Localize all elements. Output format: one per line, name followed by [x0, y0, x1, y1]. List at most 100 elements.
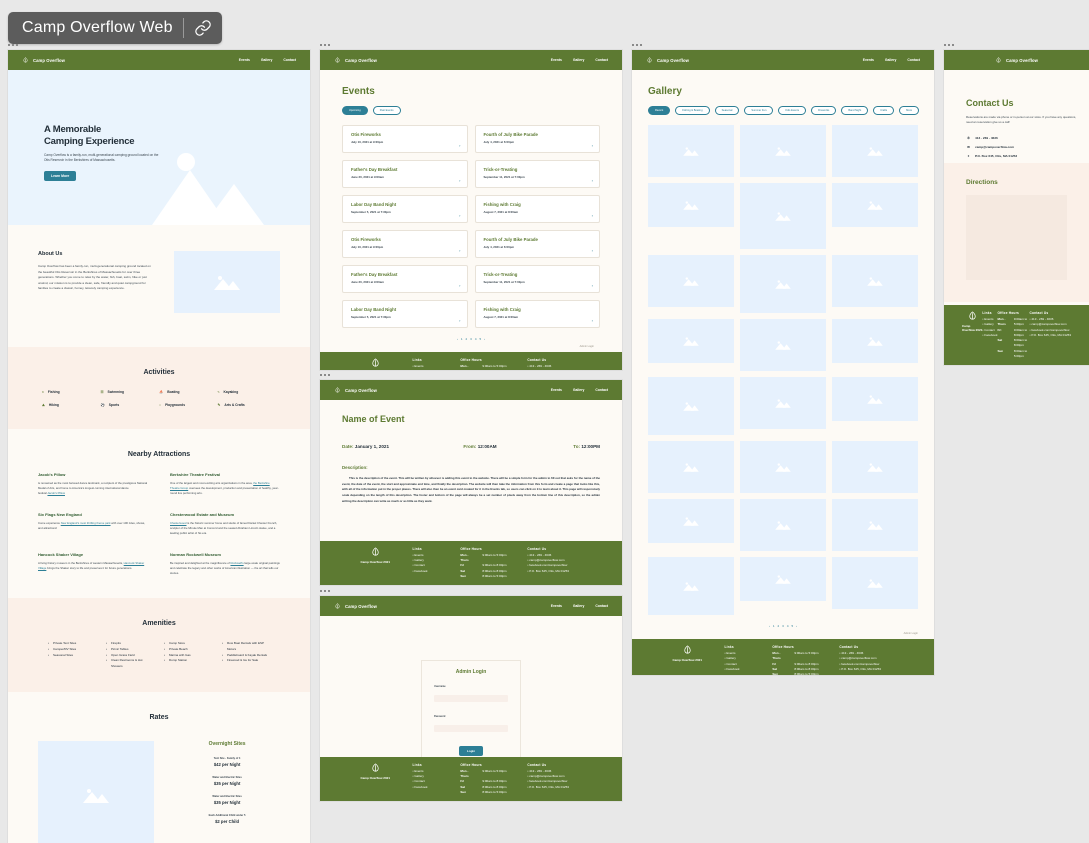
gallery-filter-pill[interactable]: Seasonal — [714, 106, 740, 115]
pagination-item[interactable]: 4 — [787, 624, 789, 628]
event-card[interactable]: Fourth of July Bike Parade July 4, 2021 … — [474, 230, 600, 258]
pagination-item[interactable]: 2 — [777, 624, 779, 628]
chevron-right-icon[interactable]: › — [592, 283, 593, 288]
brand[interactable]: Camp Overflow — [646, 56, 689, 64]
nav-item-contact[interactable]: Contact — [595, 604, 608, 608]
event-card[interactable]: Otis Fireworks July 10, 2021 at 9:00pm › — [342, 230, 468, 258]
chevron-right-icon[interactable]: › — [459, 143, 460, 148]
gallery-photo[interactable] — [648, 125, 734, 177]
pagination-item[interactable]: 3 — [470, 337, 472, 341]
gallery-photo[interactable] — [832, 125, 918, 177]
chevron-right-icon[interactable]: › — [459, 318, 460, 323]
footer-link[interactable]: • Facebook — [724, 667, 772, 672]
gallery-photo[interactable] — [648, 441, 734, 493]
brand[interactable]: Camp Overflow — [22, 56, 65, 64]
brand[interactable]: Camp Overflow — [334, 602, 377, 610]
attraction-link[interactable]: Hancock Shaker Village — [38, 561, 144, 570]
brand[interactable]: Camp Overflow — [334, 386, 377, 394]
event-card[interactable]: Trick-or-Treating September 11, 2021 at … — [474, 160, 600, 188]
nav-item-events[interactable]: Events — [551, 58, 562, 62]
gallery-filter-pill[interactable]: Crafts — [873, 106, 895, 115]
board-title-chip[interactable]: Camp Overflow Web — [8, 12, 222, 44]
gallery-filter-pill[interactable]: Kids Events — [778, 106, 807, 115]
attraction-link[interactable]: Rockwell's — [230, 561, 243, 565]
footer-contact-item[interactable]: • P.O. Box 645, Otis, MA 01253 — [527, 569, 604, 574]
event-card[interactable]: Otis Fireworks July 10, 2021 at 9:00pm › — [342, 125, 468, 153]
nav-item-gallery[interactable]: Gallery — [885, 58, 897, 62]
pagination-item[interactable]: 4 — [475, 337, 477, 341]
username-input[interactable] — [434, 695, 508, 702]
admin-login-link[interactable]: Admin Login — [632, 632, 934, 639]
password-input[interactable] — [434, 725, 508, 732]
pagination-item[interactable]: 1 — [773, 624, 775, 628]
gallery-photo[interactable] — [740, 183, 826, 249]
footer-contact-item[interactable]: • camp@campoverflow.com — [527, 369, 604, 370]
nav-item-events[interactable]: Events — [551, 604, 562, 608]
event-card[interactable]: Fourth of July Bike Parade July 4, 2021 … — [474, 125, 600, 153]
pagination-item[interactable]: 3 — [782, 624, 784, 628]
pagination-item[interactable]: ‹ — [457, 337, 458, 341]
nav-item-gallery[interactable]: Gallery — [573, 388, 585, 392]
chevron-right-icon[interactable]: › — [592, 248, 593, 253]
footer-link[interactable]: • Facebook — [412, 569, 460, 574]
chevron-right-icon[interactable]: › — [592, 318, 593, 323]
nav-item-contact[interactable]: Contact — [595, 58, 608, 62]
gallery-photo[interactable] — [648, 499, 734, 543]
nav-item-gallery[interactable]: Gallery — [261, 58, 273, 62]
pagination-item[interactable]: › — [796, 624, 797, 628]
directions-map-placeholder[interactable] — [966, 195, 1067, 281]
pagination-item[interactable]: ‹ — [769, 624, 770, 628]
gallery-photo[interactable] — [648, 183, 734, 227]
pagination-item[interactable]: 1 — [461, 337, 463, 341]
gallery-filter-pill[interactable]: Fishing & Boating — [675, 106, 710, 115]
brand[interactable]: Camp Overflow — [334, 56, 377, 64]
nav-item-contact[interactable]: Contact — [907, 58, 920, 62]
gallery-photo[interactable] — [832, 557, 918, 609]
gallery-filter-pill[interactable]: More — [899, 106, 920, 115]
event-card[interactable]: Father's Day Breakfast June 20, 2021 at … — [342, 265, 468, 293]
pagination-item[interactable]: 5 — [480, 337, 482, 341]
login-submit-button[interactable]: Login — [458, 746, 484, 756]
gallery-photo[interactable] — [832, 441, 918, 493]
attraction-link[interactable]: New England's most thrilling theme park — [61, 521, 111, 525]
nav-item-contact[interactable]: Contact — [283, 58, 296, 62]
pagination-item[interactable]: 2 — [465, 337, 467, 341]
gallery-photo[interactable] — [832, 499, 918, 551]
gallery-photo[interactable] — [648, 319, 734, 363]
gallery-photo[interactable] — [740, 319, 826, 371]
nav-item-events[interactable]: Events — [239, 58, 250, 62]
nav-item-contact[interactable]: Contact — [595, 388, 608, 392]
event-card[interactable]: Fishing with Craig August 7, 2021 at 8:0… — [474, 195, 600, 223]
events-filter-pill[interactable]: Past Events — [372, 106, 401, 115]
pagination-item[interactable]: › — [484, 337, 485, 341]
gallery-photo[interactable] — [740, 125, 826, 177]
pagination-item[interactable]: 5 — [792, 624, 794, 628]
gallery-photo[interactable] — [648, 255, 734, 307]
gallery-photo[interactable] — [832, 319, 918, 363]
gallery-photo[interactable] — [740, 499, 826, 551]
event-card[interactable]: Trick-or-Treating September 11, 2021 at … — [474, 265, 600, 293]
gallery-filter-pill[interactable]: Band Night — [841, 106, 869, 115]
gallery-photo[interactable] — [832, 183, 918, 227]
nav-item-events[interactable]: Events — [863, 58, 874, 62]
link-icon[interactable] — [194, 19, 212, 37]
gallery-photo[interactable] — [740, 441, 826, 493]
gallery-photo[interactable] — [648, 557, 734, 615]
chevron-right-icon[interactable]: › — [592, 178, 593, 183]
footer-contact-item[interactable]: • P.O. Box 645, Otis, MA 01253 — [527, 785, 604, 790]
footer-link[interactable]: • Facebook — [982, 333, 997, 338]
event-card[interactable]: Labor Day Band Night September 5, 2021 a… — [342, 300, 468, 328]
footer-link[interactable]: • Gallery — [412, 369, 460, 370]
nav-item-gallery[interactable]: Gallery — [573, 604, 585, 608]
brand[interactable]: Camp Overflow — [995, 56, 1038, 64]
hero-learn-more-button[interactable]: Learn More — [44, 170, 77, 181]
gallery-photo[interactable] — [832, 255, 918, 307]
gallery-filter-pill[interactable]: Recent — [648, 106, 671, 115]
admin-login-link[interactable]: Admin Login — [342, 345, 600, 352]
chevron-right-icon[interactable]: › — [592, 143, 593, 148]
event-card[interactable]: Father's Day Breakfast June 20, 2021 at … — [342, 160, 468, 188]
chevron-right-icon[interactable]: › — [459, 213, 460, 218]
nav-item-events[interactable]: Events — [551, 388, 562, 392]
footer-contact-item[interactable]: • P.O. Box 645, Otis, MA 01253 — [839, 667, 916, 672]
chevron-right-icon[interactable]: › — [459, 248, 460, 253]
